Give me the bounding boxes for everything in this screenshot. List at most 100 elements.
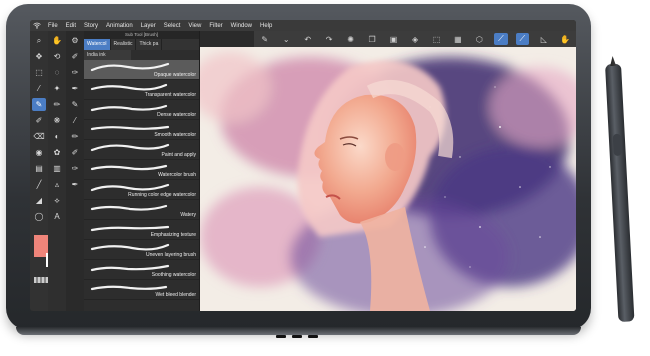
menu-animation[interactable]: Animation (102, 23, 137, 29)
airbrush-icon[interactable]: ❋ (50, 114, 64, 127)
brush-item-label: Running color edge watercolor (128, 192, 196, 198)
menu-filter[interactable]: Filter (205, 23, 226, 29)
clear-icon[interactable]: ▦ (451, 33, 464, 45)
brush-group-icon[interactable]: ✏ (68, 130, 82, 143)
hand-icon[interactable]: ✋ (559, 33, 572, 45)
eyedropper-icon[interactable]: ⁄ (32, 82, 46, 95)
brush-tool-icon[interactable]: ✐ (32, 114, 46, 127)
tablet-edge (16, 327, 581, 338)
ruler-tool-icon[interactable]: ▵ (50, 178, 64, 191)
brush-item-label: Uneven layering brush (145, 252, 196, 258)
ruler-icon[interactable]: ◺ (537, 33, 550, 45)
brush-item[interactable]: Uneven layering brush (84, 240, 199, 260)
tab-watercolor[interactable]: Watercol (84, 39, 111, 50)
menu-help[interactable]: Help (256, 23, 276, 29)
frame-icon[interactable]: ▥ (50, 162, 64, 175)
rotate-icon[interactable]: ⟲ (50, 50, 64, 63)
watercolor-portrait-artwork (200, 47, 576, 311)
3d-icon[interactable]: A (50, 210, 64, 223)
select-icon[interactable]: ⬡ (473, 33, 486, 45)
move-icon[interactable]: ✥ (32, 50, 46, 63)
tool-palette-right: ✋ ⟲ ◌ ✦ ✏ ❋ ◐ ✿ ▥ ▵ ⟡ A (48, 31, 67, 311)
correction-icon[interactable]: ⟡ (50, 194, 64, 207)
brush-item-label: Soothing watercolor (151, 272, 196, 278)
brush-item[interactable]: Emphasizing texture (84, 220, 199, 240)
tab-india-ink[interactable]: India ink (84, 50, 131, 60)
brush-item[interactable]: Running color edge watercolor (84, 180, 199, 200)
brush-item[interactable]: Watercolor brush (84, 160, 199, 180)
connector-port (276, 335, 286, 338)
menu-layer[interactable]: Layer (137, 23, 160, 29)
zoom-icon[interactable]: ⌕ (32, 34, 46, 47)
paste-icon[interactable]: ▣ (387, 33, 400, 45)
select-rect-icon[interactable]: ⬚ (32, 66, 46, 79)
brush-group-icon[interactable]: ✐ (68, 50, 82, 63)
line-icon[interactable]: ⟋ (515, 33, 530, 45)
chevron-down-icon[interactable]: ⌄ (279, 33, 292, 45)
brush-item[interactable]: Transparent watercolor (84, 80, 199, 100)
pen-tool-icon[interactable]: ✎ (32, 98, 46, 111)
sub-tool-group-column: ⚙ ✐ ✑ ✒ ✎ ⁄ ✏ ✐ ✑ ✒ (66, 31, 84, 311)
settings-icon[interactable]: ⚙ (68, 34, 82, 47)
brush-item[interactable]: Watery (84, 200, 199, 220)
brush-group-icon[interactable]: ✒ (68, 82, 82, 95)
decoration-icon[interactable]: ✿ (50, 146, 64, 159)
transform-icon[interactable]: ⬚ (430, 33, 443, 45)
brush-item[interactable]: Soothing watercolor (84, 260, 199, 280)
brush-item-label: Paint and apply (161, 152, 196, 158)
brush-item-label: Smooth watercolor (154, 132, 196, 138)
brush-group-icon[interactable]: ✑ (68, 162, 82, 175)
brush-group-icon[interactable]: ⁄ (68, 114, 82, 127)
brush-group-icon[interactable]: ✒ (68, 178, 82, 191)
menu-window[interactable]: Window (227, 23, 256, 29)
wifi-icon (30, 20, 44, 31)
brush-item[interactable]: Smooth watercolor (84, 120, 199, 140)
brush-item[interactable]: Paint and apply (84, 140, 199, 160)
pencil-icon[interactable]: ✏ (50, 98, 64, 111)
brush-stroke-icon[interactable]: ⟋ (494, 33, 508, 45)
balloon-icon[interactable]: ◯ (32, 210, 46, 223)
menu-select[interactable]: Select (160, 23, 185, 29)
menu-edit[interactable]: Edit (62, 23, 80, 29)
menu-view[interactable]: View (184, 23, 205, 29)
tab-realistic[interactable]: Realistic (111, 39, 137, 50)
magic-wand-icon[interactable]: ✦ (50, 82, 64, 95)
menu-story[interactable]: Story (80, 23, 102, 29)
eraser-icon[interactable]: ⌫ (32, 130, 46, 143)
stylus-pen (605, 64, 635, 323)
brush-group-icon[interactable]: ✑ (68, 66, 82, 79)
hand-tool-icon[interactable]: ✋ (50, 34, 64, 47)
figure-icon[interactable]: ╱ (32, 178, 46, 191)
spin-icon[interactable]: ✺ (344, 33, 357, 45)
stylus-button (612, 133, 622, 157)
stylus-tip (608, 56, 619, 67)
brush-group-icon[interactable]: ✐ (68, 146, 82, 159)
pen-icon[interactable]: ✎ (258, 33, 271, 45)
brush-item-label: Wet bleed blender (155, 292, 197, 298)
redo-icon[interactable]: ↷ (322, 33, 335, 45)
text-icon[interactable]: ◢ (32, 194, 46, 207)
tool-palette-left: ⌕ ✥ ⬚ ⁄ ✎ ✐ ⌫ ◉ ▤ ╱ ◢ ◯ (30, 31, 62, 311)
tab-thick-paint[interactable]: Thick pa (136, 39, 163, 50)
brush-group-icon[interactable]: ✎ (68, 98, 82, 111)
copy-icon[interactable]: ❐ (365, 33, 378, 45)
fill-icon[interactable]: ◈ (408, 33, 421, 45)
app-screen: File Edit Story Animation Layer Select V… (30, 20, 576, 311)
sub-tool-tabs: Watercol Realistic Thick pa (84, 39, 199, 50)
connector-port (308, 335, 318, 338)
gradient-icon[interactable]: ▤ (32, 162, 46, 175)
connector-port (292, 335, 302, 338)
blend-icon[interactable]: ◐ (50, 130, 64, 143)
brush-item[interactable]: Dense watercolor (84, 100, 199, 120)
brush-item-label: Dense watercolor (157, 112, 196, 118)
command-bar: ✎ ⌄ ↶ ↷ ✺ ❐ ▣ ◈ ⬚ ▦ ⬡ ⟋ ⟋ ◺ ✋ (254, 31, 576, 47)
fill-tool-icon[interactable]: ◉ (32, 146, 46, 159)
undo-icon[interactable]: ↶ (301, 33, 314, 45)
brush-item[interactable]: Opaque watercolor (84, 60, 199, 80)
lasso-icon[interactable]: ◌ (50, 66, 64, 79)
brush-item-label: Transparent watercolor (144, 92, 196, 98)
brush-item[interactable]: Wet bleed blender (84, 280, 199, 300)
drawing-canvas[interactable] (200, 47, 576, 311)
tablet-device: File Edit Story Animation Layer Select V… (6, 4, 591, 338)
menu-file[interactable]: File (44, 23, 62, 29)
